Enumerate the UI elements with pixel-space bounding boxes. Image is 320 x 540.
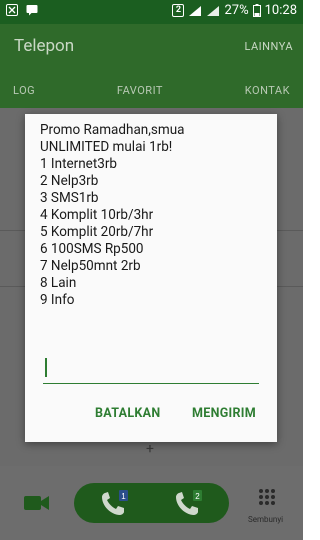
call-buttons-pill: 1 2: [74, 483, 229, 523]
dialog-actions: BATALKAN MENGIRIM: [25, 406, 277, 430]
status-right-icons: 2 27% 10:28: [172, 3, 297, 18]
call-sim1-button[interactable]: 1: [100, 489, 130, 517]
battery-icon: [252, 4, 261, 17]
signal-2-icon: [207, 5, 220, 16]
plus-icon: +: [146, 441, 154, 457]
status-bar: 2 27% 10:28: [0, 0, 303, 24]
dialog-message-line: 1 Internet3rb: [40, 156, 117, 172]
missed-call-icon: [6, 4, 18, 16]
dialog-message-line: UNLIMITED mulai 1rb!: [40, 139, 173, 155]
dialog-message: Promo Ramadhan,smua UNLIMITED mulai 1rb! 1…: [40, 122, 268, 309]
dialog-message-line: 7 Nelp50mnt 2rb: [40, 258, 141, 274]
tab-log[interactable]: LOG: [13, 71, 35, 108]
send-button[interactable]: MENGIRIM: [192, 406, 256, 421]
dialpad-icon[interactable]: [257, 488, 277, 508]
battery-percentage: 27%: [224, 3, 249, 18]
clock: 10:28: [264, 3, 297, 18]
status-left-icons: [6, 4, 38, 16]
toolbar: Telepon LAINNYA: [0, 24, 303, 71]
dialog-message-line: 6 100SMS Rp500: [40, 241, 144, 257]
tab-favorit[interactable]: FAVORIT: [117, 71, 163, 108]
sim2-badge: 2: [195, 492, 200, 501]
dialog-message-line: 5 Komplit 20rb/7hr: [40, 224, 154, 240]
more-button[interactable]: LAINNYA: [244, 40, 293, 53]
text-caret: [45, 358, 47, 377]
cancel-button[interactable]: BATALKAN: [95, 406, 160, 421]
dialog-message-line: 4 Komplit 10rb/3hr: [40, 207, 154, 223]
video-call-icon[interactable]: [24, 494, 50, 512]
dialog-message-line: 9 Info: [40, 292, 75, 308]
dialog-message-line: Promo Ramadhan,smua: [40, 122, 185, 138]
sim-indicator: 2: [172, 4, 185, 17]
dialog-message-line: 3 SMS1rb: [40, 190, 99, 206]
hide-dialpad-label[interactable]: Sembunyi: [248, 515, 283, 524]
bottom-action-bar: 1 2 Sembunyi: [0, 466, 303, 540]
sim1-badge: 1: [121, 492, 126, 501]
signal-icon: [189, 5, 202, 16]
ussd-dialog: Promo Ramadhan,smua UNLIMITED mulai 1rb! 1…: [25, 114, 277, 442]
call-sim2-button[interactable]: 2: [174, 489, 204, 517]
tab-kontak[interactable]: KONTAK: [245, 71, 290, 108]
message-icon: [26, 5, 38, 16]
dialog-message-line: 2 Nelp3rb: [40, 173, 99, 189]
app-title: Telepon: [14, 36, 75, 56]
reply-input[interactable]: [43, 352, 259, 384]
tab-bar: LOG FAVORIT KONTAK: [0, 71, 303, 108]
dialog-message-line: 8 Lain: [40, 275, 77, 291]
